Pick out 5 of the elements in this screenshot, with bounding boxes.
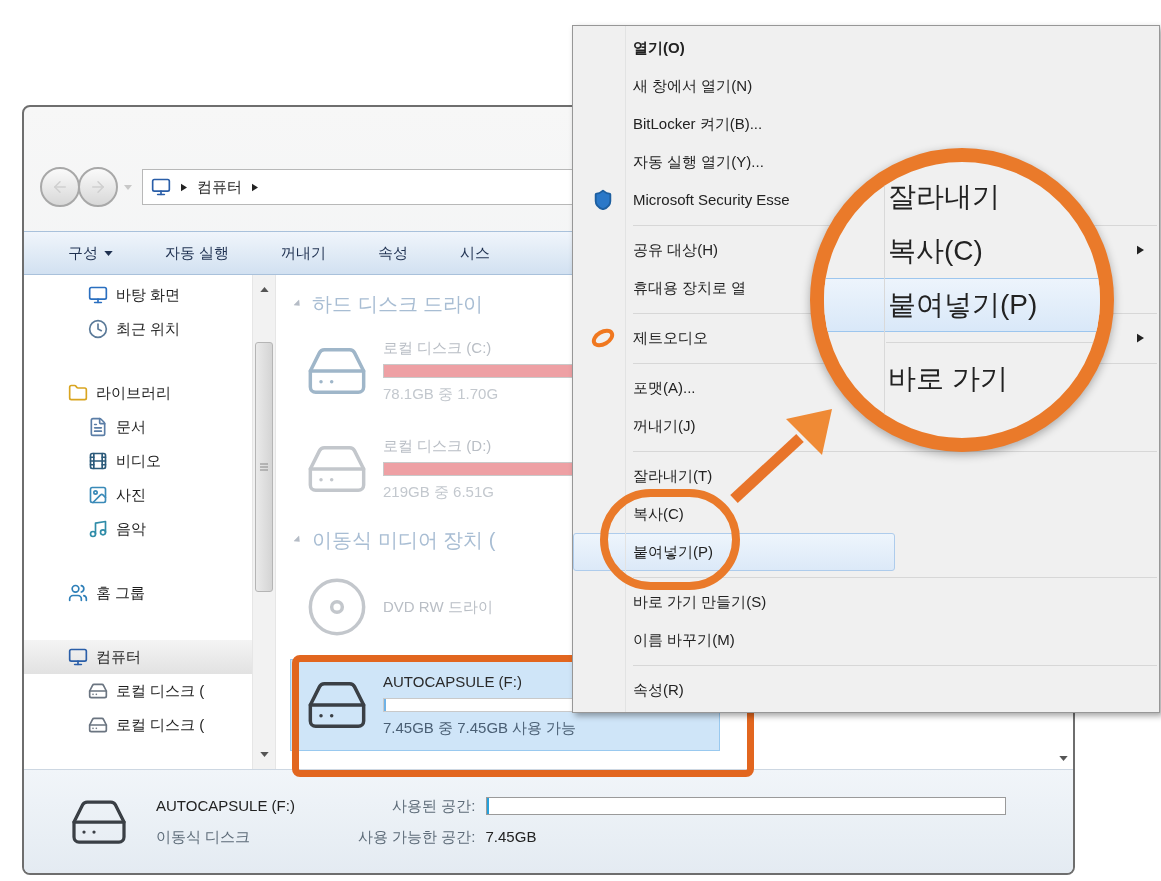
- drive-name: AUTOCAPSULE (F:): [156, 796, 296, 816]
- field-label: 사용 가능한 공간:: [358, 826, 476, 847]
- field-label: 사용된 공간:: [391, 796, 476, 816]
- drive-type: 이동식 디스크: [156, 826, 252, 847]
- field-value: 7.45GB: [485, 826, 538, 847]
